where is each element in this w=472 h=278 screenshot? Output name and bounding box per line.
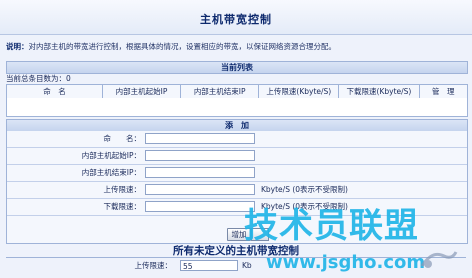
name-row: 命 名：	[7, 131, 467, 148]
col-download: 下载限速(Kbyte/S)	[339, 85, 420, 98]
undefined-upload-label: 上传限速：	[134, 261, 173, 270]
col-upload: 上传限速(Kbyte/S)	[259, 85, 340, 98]
download-input[interactable]	[145, 201, 255, 212]
col-name: 命 名	[7, 85, 103, 98]
start-ip-row: 内部主机起始IP：	[7, 148, 467, 165]
entry-count-label: 当前总条目数为：	[6, 74, 66, 83]
col-end-ip: 内部主机结束IP	[181, 85, 260, 98]
name-label: 命 名：	[103, 134, 142, 143]
upload-unit: Kbyte/S (0表示不受限制)	[261, 185, 348, 194]
end-ip-row: 内部主机结束IP：	[7, 165, 467, 182]
description-label: 说明：	[6, 42, 29, 51]
header-bar: 主机带宽控制	[0, 0, 472, 35]
name-input[interactable]	[145, 133, 255, 144]
watermark-brand: 技术员联盟	[244, 206, 419, 246]
entry-count: 当前总条目数为：0	[6, 73, 71, 84]
end-ip-input[interactable]	[145, 167, 255, 178]
end-ip-label: 内部主机结束IP：	[81, 168, 141, 177]
start-ip-input[interactable]	[145, 150, 255, 161]
current-list-title: 当前列表	[6, 61, 468, 74]
list-table-header: 命 名 内部主机起始IP 内部主机结束IP 上传限速(Kbyte/S) 下载限速…	[6, 84, 468, 99]
start-ip-label: 内部主机起始IP：	[81, 151, 141, 160]
download-label: 下载限速：	[103, 202, 142, 211]
undefined-upload-input[interactable]: 55	[180, 260, 238, 271]
description-text: 对内部主机的带宽进行控制，根据具体的情况，设置相应的带宽，以保证网络资源合理分配…	[28, 42, 337, 51]
upload-input[interactable]	[145, 184, 255, 195]
col-start-ip: 内部主机起始IP	[103, 85, 182, 98]
upload-row: 上传限速： Kbyte/S (0表示不受限制)	[7, 182, 467, 199]
watermark-logo-icon	[418, 246, 458, 272]
page-title: 主机带宽控制	[200, 13, 272, 26]
watermark-url: www.jsgho.com	[266, 252, 426, 273]
description: 说明：对内部主机的带宽进行控制，根据具体的情况，设置相应的带宽，以保证网络资源合…	[6, 41, 336, 52]
list-table-body	[6, 98, 468, 117]
col-manage: 管 理	[432, 87, 455, 96]
entry-count-value: 0	[66, 74, 71, 83]
undefined-upload-unit: Kb	[242, 261, 252, 270]
upload-label: 上传限速：	[103, 185, 142, 194]
